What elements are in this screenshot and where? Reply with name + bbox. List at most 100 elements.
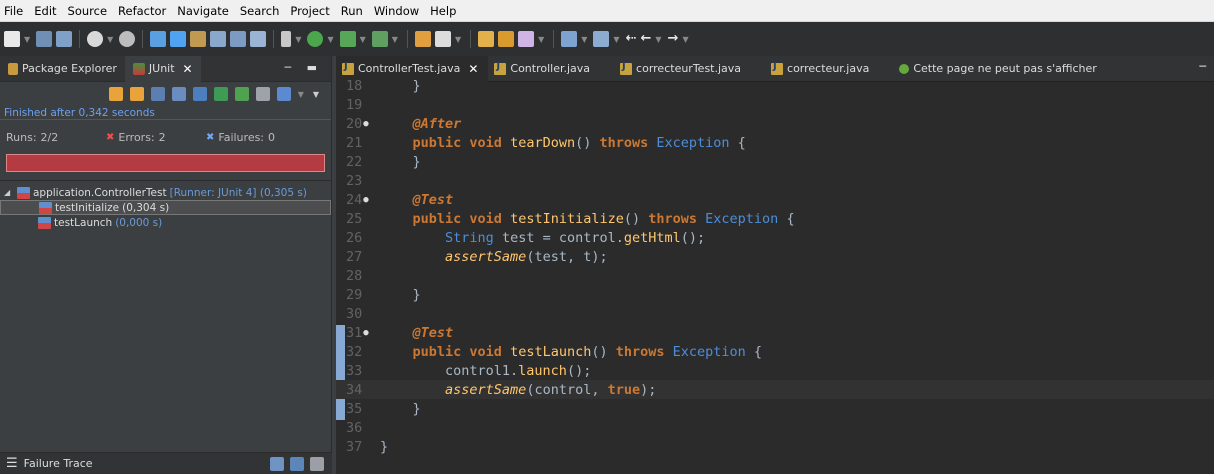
filter-stack-icon[interactable]: [270, 457, 284, 471]
scroll-lock-icon[interactable]: [192, 87, 207, 101]
chevron-down-icon[interactable]: ▼: [655, 35, 661, 44]
chevron-down-icon[interactable]: ▼: [24, 35, 30, 44]
menu-navigate[interactable]: Navigate: [177, 4, 229, 18]
open-folder-icon[interactable]: [478, 31, 495, 47]
next-annotation-icon[interactable]: [561, 31, 578, 47]
menu-file[interactable]: File: [4, 4, 23, 18]
show-skipped-icon[interactable]: [171, 87, 186, 101]
chevron-down-icon[interactable]: ▼: [455, 35, 461, 44]
chevron-down-icon[interactable]: ▼: [298, 90, 304, 99]
code-text: assertSame(test, t);: [445, 248, 608, 265]
tree-row-root[interactable]: ◢ application.ControllerTest [Runner: JU…: [0, 185, 331, 200]
line-gutter: 24 ●: [336, 192, 376, 208]
code-line: 32 public void testLaunch() throws Excep…: [336, 342, 1214, 361]
new-class-icon[interactable]: [190, 31, 207, 47]
fold-marker-icon[interactable]: ●: [363, 119, 368, 129]
errors-counter: ✖ Errors: 2: [106, 131, 206, 144]
forward-arrow-icon[interactable]: →: [668, 31, 679, 47]
chevron-down-icon[interactable]: ▼: [327, 35, 333, 44]
save-all-icon[interactable]: [56, 31, 73, 47]
menu-run[interactable]: Run: [341, 4, 363, 18]
close-icon[interactable]: ✕: [183, 62, 193, 76]
new-icon[interactable]: [4, 31, 20, 47]
test-run-history-icon[interactable]: [276, 87, 291, 101]
menu-refactor[interactable]: Refactor: [118, 4, 166, 18]
code-text: control1.launch();: [380, 362, 592, 379]
debug-icon[interactable]: [87, 31, 104, 47]
minimize-icon[interactable]: ─: [1199, 60, 1206, 73]
suite-name: application.ControllerTest: [33, 186, 167, 199]
code-area[interactable]: 18 } 19 20 ● @After 21 public void tearDo…: [336, 78, 1214, 474]
list-icon: ☰: [6, 456, 18, 471]
expand-triangle-icon[interactable]: ◢: [4, 188, 14, 197]
toolbar-separator: [470, 30, 472, 48]
junit-toolbar: ▼ ▼: [0, 82, 331, 106]
previous-failure-icon[interactable]: [129, 87, 144, 101]
code-line: 31 ● @Test: [336, 323, 1214, 342]
rerun-test-icon[interactable]: [213, 87, 228, 101]
runs-value: 2/2: [40, 130, 59, 144]
finished-status: Finished after 0,342 seconds: [0, 106, 331, 120]
chevron-down-icon[interactable]: ▼: [360, 35, 366, 44]
menu-project[interactable]: Project: [290, 4, 329, 18]
open-type-icon[interactable]: [210, 31, 227, 47]
code-text: }: [380, 286, 421, 303]
open-task-icon[interactable]: [230, 31, 247, 47]
tree-row-testinitialize[interactable]: testInitialize (0,304 s): [0, 200, 331, 215]
menu-window[interactable]: Window: [374, 4, 419, 18]
menu-help[interactable]: Help: [430, 4, 456, 18]
error-icon: ✖: [106, 131, 115, 143]
chevron-down-icon[interactable]: ▼: [538, 35, 544, 44]
code-text: }: [380, 438, 389, 455]
external-tools-icon[interactable]: [281, 31, 292, 47]
line-number: 31: [346, 324, 363, 341]
menu-search[interactable]: Search: [240, 4, 280, 18]
stop-icon[interactable]: [255, 87, 270, 101]
chevron-down-icon[interactable]: ▼: [682, 35, 688, 44]
new-package-icon[interactable]: [170, 31, 187, 47]
chevron-down-icon[interactable]: ▼: [392, 35, 398, 44]
code-text: @After: [412, 115, 462, 132]
line-number: 20: [346, 115, 363, 132]
code-text: }: [380, 153, 421, 170]
code-line: 24 ● @Test: [336, 190, 1214, 209]
save-icon[interactable]: [36, 31, 53, 47]
tab-package-explorer[interactable]: Package Explorer: [0, 56, 125, 82]
code-line: 29 }: [336, 285, 1214, 304]
fold-marker-icon[interactable]: ●: [363, 195, 368, 205]
tree-row-testlaunch[interactable]: testLaunch (0,000 s): [0, 215, 331, 230]
open-perspective-icon[interactable]: [250, 31, 267, 47]
chevron-down-icon[interactable]: ▼: [581, 35, 587, 44]
tab-label: correcteur.java: [787, 62, 870, 75]
rerun-failed-first-icon[interactable]: [234, 87, 249, 101]
back-arrow-icon[interactable]: ←: [640, 31, 651, 47]
chevron-down-icon[interactable]: ▼: [613, 35, 619, 44]
test-error-icon: [38, 216, 51, 229]
coverage-icon[interactable]: [339, 31, 356, 47]
open-file-icon[interactable]: [498, 31, 515, 47]
toolbar-separator: [406, 30, 408, 48]
view-menu-icon[interactable]: ▼: [313, 90, 319, 99]
compare-result-icon[interactable]: [290, 457, 304, 471]
previous-annotation-icon[interactable]: [593, 31, 610, 47]
menu-source[interactable]: Source: [68, 4, 108, 18]
show-failures-only-icon[interactable]: [150, 87, 165, 101]
profile-icon[interactable]: [371, 31, 388, 47]
last-edit-location-icon[interactable]: ⇠: [626, 31, 637, 47]
edit-pencil-icon[interactable]: [518, 31, 535, 47]
external-web-icon[interactable]: [434, 31, 451, 47]
new-java-project-icon[interactable]: [150, 31, 167, 47]
skip-breakpoints-icon[interactable]: [119, 31, 136, 47]
next-failure-icon[interactable]: [108, 87, 123, 101]
new-server-icon[interactable]: [414, 31, 431, 47]
tab-junit[interactable]: JUnit ✕: [124, 55, 201, 82]
copy-trace-icon[interactable]: [310, 457, 324, 471]
run-icon[interactable]: [307, 31, 324, 47]
fold-marker-icon[interactable]: ●: [363, 328, 368, 338]
chevron-down-icon[interactable]: ▼: [107, 35, 113, 44]
close-icon[interactable]: ✕: [468, 62, 478, 76]
minimize-maximize-icons[interactable]: ─ ▬: [284, 61, 323, 74]
chevron-down-icon[interactable]: ▼: [295, 35, 301, 44]
failure-trace-view: ☰ Failure Trace: [0, 452, 332, 474]
menu-edit[interactable]: Edit: [34, 4, 56, 18]
